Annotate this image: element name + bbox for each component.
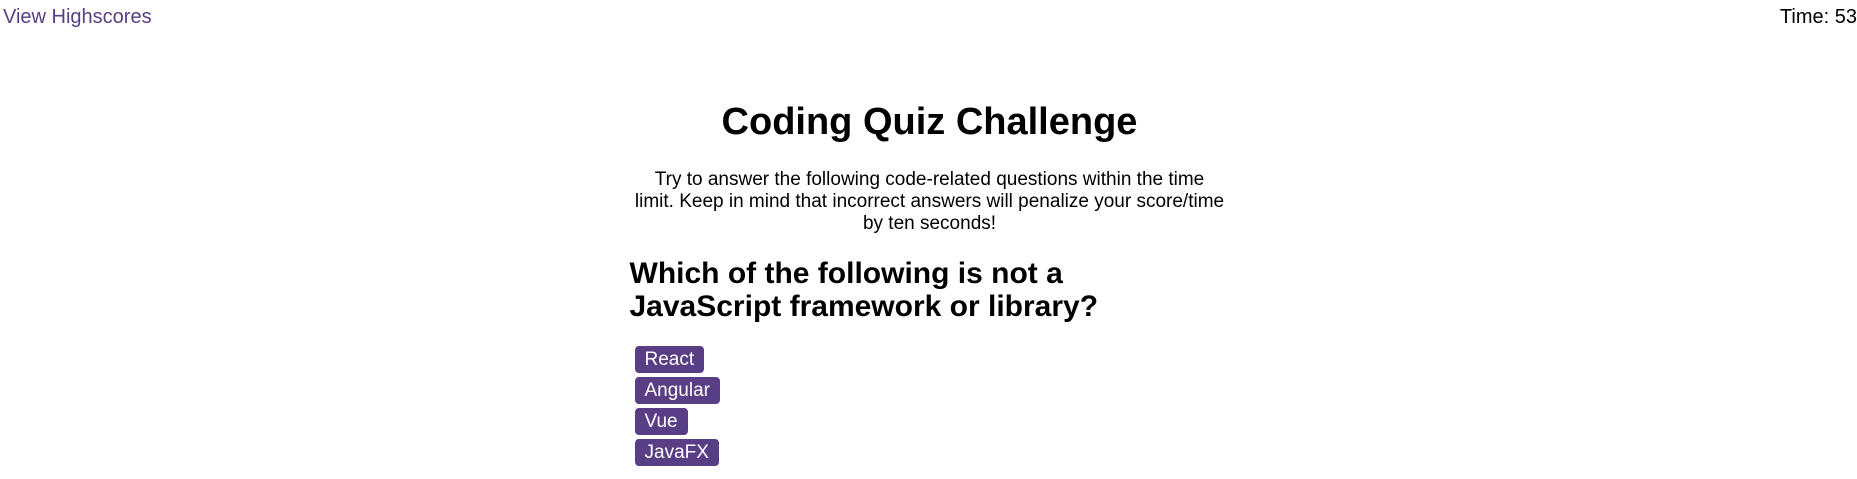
timer: Time: 53 [1780, 6, 1857, 29]
choice-button-javafx[interactable]: JavaFX [634, 439, 719, 466]
choice-item: Vue [634, 408, 1230, 435]
question-text: Which of the following is not a JavaScri… [629, 257, 1099, 323]
choice-button-angular[interactable]: Angular [634, 377, 720, 404]
choice-button-react[interactable]: React [634, 346, 705, 373]
quiz-instructions: Try to answer the following code-related… [634, 169, 1225, 234]
view-highscores-link[interactable]: View Highscores [3, 6, 152, 29]
choice-item: JavaFX [634, 439, 1230, 466]
page-title: Coding Quiz Challenge [721, 101, 1138, 143]
timer-value: 53 [1834, 6, 1857, 28]
quiz-container: Coding Quiz Challenge Try to answer the … [629, 97, 1230, 466]
choice-item: Angular [634, 377, 1230, 404]
choice-button-vue[interactable]: Vue [634, 408, 688, 435]
choice-item: React [634, 346, 1230, 373]
top-bar: View Highscores Time: 53 [0, 0, 1857, 34]
timer-label: Time: [1779, 6, 1830, 28]
answer-choices: React Angular Vue JavaFX [634, 346, 1230, 466]
